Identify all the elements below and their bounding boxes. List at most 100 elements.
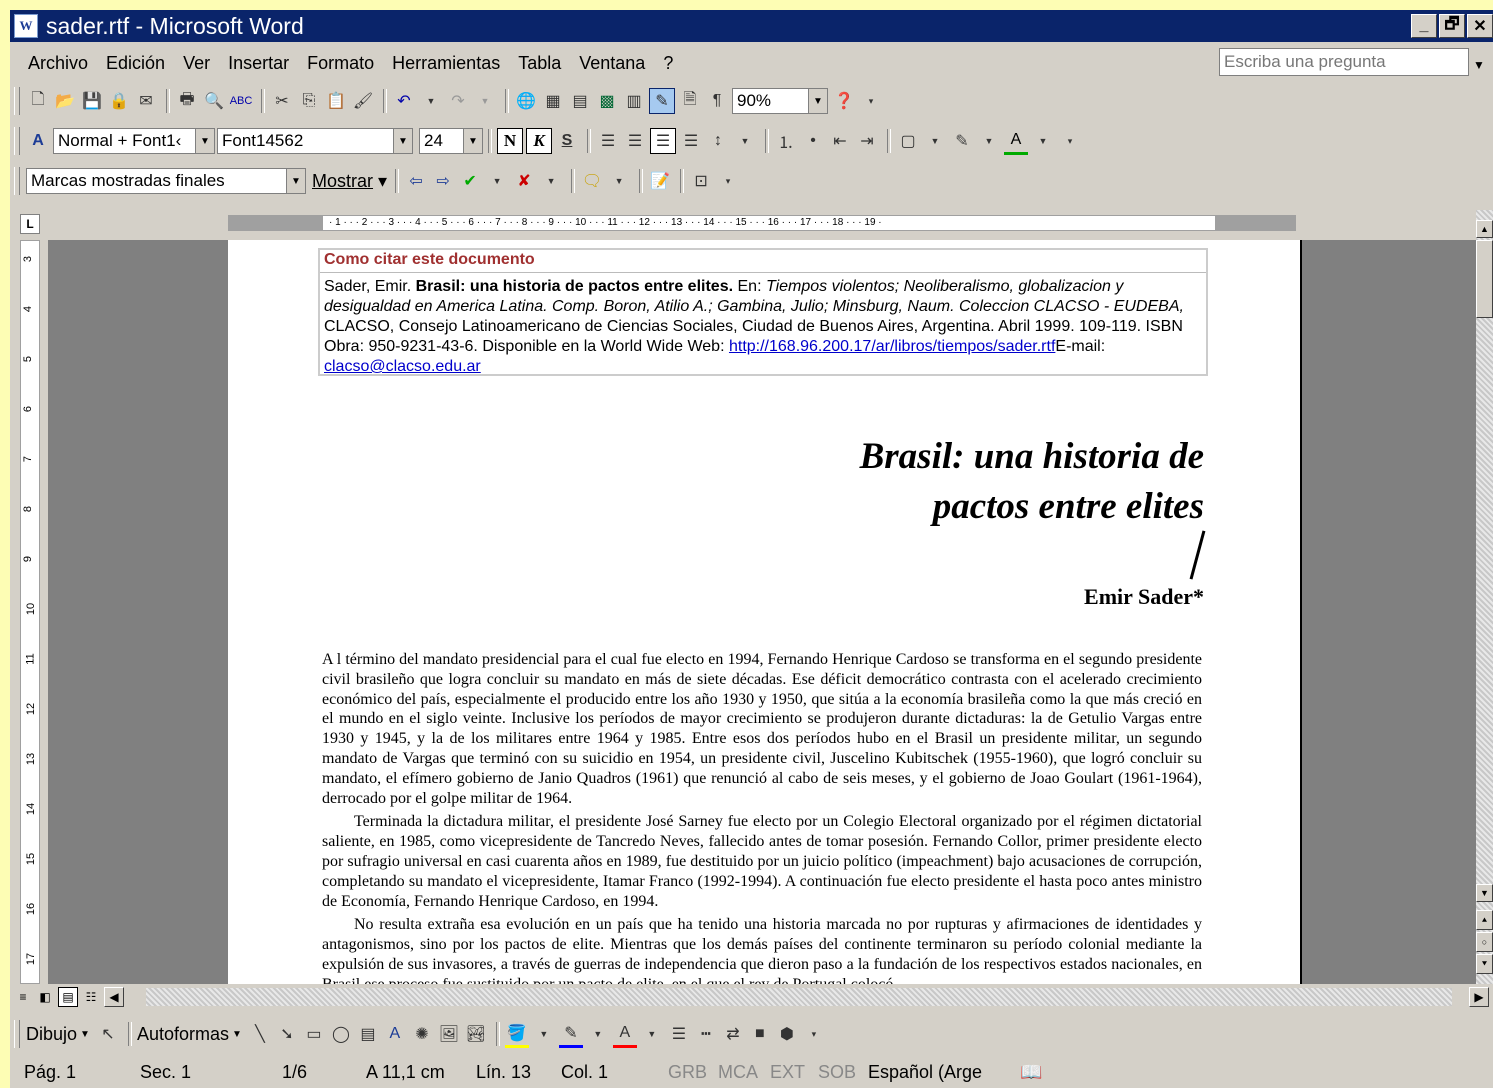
font-color-icon[interactable]: A bbox=[612, 1021, 637, 1048]
align-left-icon[interactable]: ☰ bbox=[596, 129, 620, 153]
status-track[interactable]: MCA bbox=[718, 1062, 758, 1083]
scroll-up-icon[interactable]: ▲ bbox=[1476, 220, 1493, 238]
menu-formato[interactable]: Formato bbox=[307, 53, 374, 74]
menu-help[interactable]: ? bbox=[663, 53, 673, 74]
3d-icon[interactable]: ⬢ bbox=[775, 1022, 799, 1046]
justify-icon[interactable]: ☰ bbox=[679, 129, 703, 153]
dash-style-icon[interactable]: ┅ bbox=[694, 1022, 718, 1046]
clipart-icon[interactable]: 🖼 bbox=[437, 1022, 461, 1046]
previous-change-icon[interactable]: ⇦ bbox=[404, 169, 428, 193]
status-language[interactable]: Español (Arge bbox=[868, 1062, 982, 1083]
font-color-dropdown-icon[interactable]: ▼ bbox=[1031, 129, 1055, 153]
line-style-icon[interactable]: ☰ bbox=[667, 1022, 691, 1046]
menu-ventana[interactable]: Ventana bbox=[579, 53, 645, 74]
wordart-icon[interactable]: A bbox=[383, 1022, 407, 1046]
columns-icon[interactable]: ▥ bbox=[622, 89, 646, 113]
show-hide-icon[interactable]: ¶ bbox=[705, 89, 729, 113]
font-dropdown-icon[interactable]: ▼ bbox=[393, 129, 412, 153]
scroll-thumb[interactable] bbox=[1476, 240, 1493, 318]
ask-dropdown-icon[interactable]: ▼ bbox=[1473, 58, 1485, 72]
citation-email-link[interactable]: clacso@clacso.edu.ar bbox=[324, 358, 481, 375]
open-icon[interactable]: 📂 bbox=[53, 89, 77, 113]
arrow-icon[interactable]: ➘ bbox=[275, 1022, 299, 1046]
reviewing-pane-icon[interactable]: ⊡ bbox=[689, 169, 713, 193]
save-icon[interactable]: 💾 bbox=[80, 89, 104, 113]
menu-archivo[interactable]: Archivo bbox=[28, 53, 88, 74]
scroll-down-icon[interactable]: ▼ bbox=[1476, 884, 1493, 902]
status-extend[interactable]: EXT bbox=[770, 1062, 805, 1083]
toolbar-options-icon[interactable]: ▾ bbox=[802, 1022, 826, 1046]
toolbar-grip[interactable] bbox=[14, 87, 20, 115]
display-review-combo[interactable]: Marcas mostradas finales ▼ bbox=[26, 168, 306, 194]
menu-ver[interactable]: Ver bbox=[183, 53, 210, 74]
italic-button[interactable]: K bbox=[526, 128, 552, 154]
undo-dropdown-icon[interactable]: ▼ bbox=[419, 89, 443, 113]
hyperlink-icon[interactable]: 🌐 bbox=[514, 89, 538, 113]
menu-insertar[interactable]: Insertar bbox=[228, 53, 289, 74]
paste-icon[interactable]: 📋 bbox=[324, 89, 348, 113]
copy-icon[interactable]: ⎘ bbox=[297, 89, 321, 113]
outline-view-icon[interactable]: ☷ bbox=[82, 988, 100, 1006]
draw-menu-button[interactable]: Dibujo bbox=[26, 1024, 77, 1045]
reject-change-icon[interactable]: ✘ bbox=[512, 169, 536, 193]
cut-icon[interactable]: ✂ bbox=[270, 89, 294, 113]
word-app-icon[interactable]: W bbox=[14, 14, 38, 38]
permission-icon[interactable]: 🔒 bbox=[107, 89, 131, 113]
citation-url-link[interactable]: http://168.96.200.17/ar/libros/tiempos/s… bbox=[729, 338, 1055, 355]
vertical-ruler[interactable]: 3 4 5 6 7 8 9 10 11 12 13 14 15 16 17 bbox=[20, 240, 40, 984]
toolbar-options-icon[interactable]: ▾ bbox=[716, 169, 740, 193]
borders-dropdown-icon[interactable]: ▼ bbox=[923, 129, 947, 153]
redo-icon[interactable]: ↷ bbox=[446, 89, 470, 113]
toolbar-options-icon[interactable]: ▾ bbox=[859, 89, 883, 113]
menu-edicion[interactable]: Edición bbox=[106, 53, 165, 74]
horizontal-ruler[interactable]: L · 1 · · · 2 · · · 3 · · · 4 · · · 5 · … bbox=[10, 210, 1493, 236]
font-combo[interactable]: Font14562 ▼ bbox=[217, 128, 413, 154]
undo-icon[interactable]: ↶ bbox=[392, 89, 416, 113]
highlight-dropdown-icon[interactable]: ▼ bbox=[977, 129, 1001, 153]
bold-button[interactable]: N bbox=[497, 128, 523, 154]
reject-dropdown-icon[interactable]: ▼ bbox=[539, 169, 563, 193]
line-spacing-dropdown-icon[interactable]: ▼ bbox=[733, 129, 757, 153]
line-spacing-icon[interactable]: ↕ bbox=[706, 129, 730, 153]
accept-dropdown-icon[interactable]: ▼ bbox=[485, 169, 509, 193]
toolbar-grip[interactable] bbox=[14, 127, 20, 155]
fill-dropdown-icon[interactable]: ▼ bbox=[532, 1022, 556, 1046]
select-objects-icon[interactable]: ↖ bbox=[96, 1022, 120, 1046]
align-right-icon[interactable]: ☰ bbox=[650, 128, 676, 154]
font-color-dropdown-icon[interactable]: ▼ bbox=[640, 1022, 664, 1046]
arrow-style-icon[interactable]: ⇄ bbox=[721, 1022, 745, 1046]
zoom-dropdown-icon[interactable]: ▼ bbox=[808, 89, 827, 113]
show-menu-button[interactable]: Mostrar ▾ bbox=[312, 169, 387, 193]
autoshapes-menu-button[interactable]: Autoformas bbox=[137, 1024, 229, 1045]
minimize-button[interactable]: _ bbox=[1411, 14, 1437, 38]
style-combo[interactable]: Normal + Font1‹ ▼ bbox=[53, 128, 215, 154]
scroll-right-icon[interactable]: ▶ bbox=[1469, 987, 1489, 1007]
decrease-indent-icon[interactable]: ⇤ bbox=[828, 129, 852, 153]
toolbar-grip[interactable] bbox=[14, 167, 20, 195]
picture-icon[interactable]: 🏞 bbox=[464, 1022, 488, 1046]
tables-borders-icon[interactable]: ▦ bbox=[541, 89, 565, 113]
numbering-icon[interactable]: ⒈ bbox=[774, 129, 798, 153]
bullets-icon[interactable]: • bbox=[801, 129, 825, 153]
status-record[interactable]: GRB bbox=[668, 1062, 707, 1083]
zoom-combo[interactable]: 90% ▼ bbox=[732, 88, 828, 114]
horizontal-scrollbar[interactable] bbox=[146, 988, 1452, 1006]
track-changes-icon[interactable]: 📝 bbox=[648, 169, 672, 193]
style-dropdown-icon[interactable]: ▼ bbox=[195, 129, 214, 153]
print-preview-icon[interactable]: 🔍 bbox=[202, 89, 226, 113]
restore-button[interactable]: 🗗 bbox=[1439, 14, 1465, 38]
redo-dropdown-icon[interactable]: ▼ bbox=[473, 89, 497, 113]
highlight-icon[interactable]: ✎ bbox=[950, 129, 974, 153]
help-icon[interactable]: ❓ bbox=[832, 89, 856, 113]
web-view-icon[interactable]: ◧ bbox=[36, 988, 54, 1006]
insert-excel-icon[interactable]: ▩ bbox=[595, 89, 619, 113]
styles-pane-icon[interactable]: A bbox=[26, 129, 50, 153]
insert-comment-icon[interactable]: 🗨 bbox=[580, 169, 604, 193]
align-center-icon[interactable]: ☰ bbox=[623, 129, 647, 153]
document-area[interactable]: Como citar este documento Sader, Emir. B… bbox=[48, 240, 1476, 984]
font-color-icon[interactable]: A bbox=[1004, 128, 1028, 155]
text-box-icon[interactable]: ▤ bbox=[356, 1022, 380, 1046]
diagram-icon[interactable]: ✺ bbox=[410, 1022, 434, 1046]
rectangle-icon[interactable]: ▭ bbox=[302, 1022, 326, 1046]
menu-tabla[interactable]: Tabla bbox=[518, 53, 561, 74]
